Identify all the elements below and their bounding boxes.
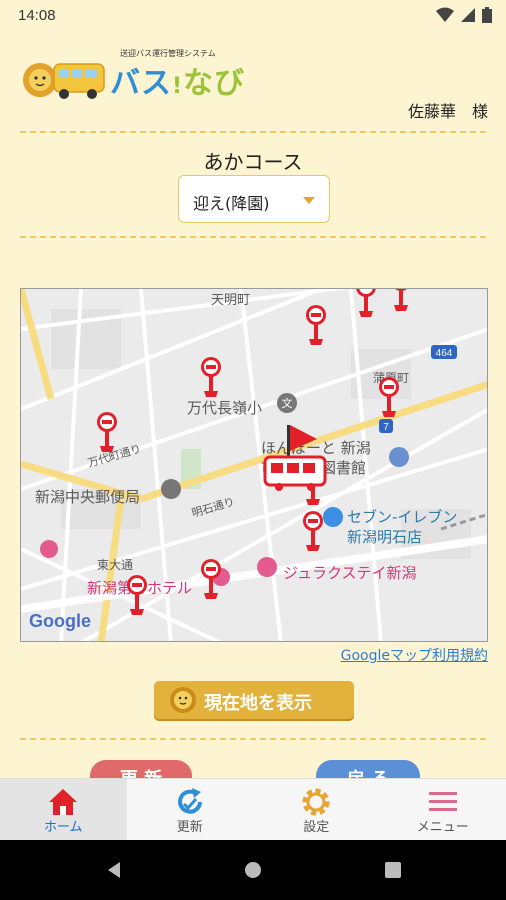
tab-home-label: ホーム [43,820,83,835]
status-time: 14:08 [18,7,56,24]
gear-icon [302,788,330,816]
lion-bus-logo-icon [23,63,105,99]
map-label-tenmeicho: 天明町 [211,293,250,308]
school-icon: 文 [282,396,293,410]
refresh-icon [177,788,202,814]
map-terms-link[interactable]: Googleマップ利用規約 [341,645,488,665]
map-label-jurak: ジュラクステイ新潟 [283,564,417,582]
lion-icon [170,687,196,713]
bottom-tab-bar: ホーム 更新 設定 メニュー [0,778,506,840]
divider [20,131,486,133]
chevron-down-icon [303,197,315,204]
course-name: あかコース [203,150,303,174]
route-map[interactable]: 464 7 文 天明町 蒲原町 万代長嶺小 ほんぽーと 新潟 市立中央図書館 万… [20,288,488,642]
tab-update-label: 更新 [176,820,203,835]
tab-home[interactable]: ホーム [0,779,127,840]
system-nav-bar [0,840,506,900]
logo-text-bus: バス [110,66,172,101]
logo-text-navi: なび [183,66,246,101]
map-label-bandai: 万代長嶺小 [187,399,262,417]
divider [20,236,486,238]
map-label-higashi: 東大通 [97,558,133,572]
status-bar: 14:08 [0,0,506,32]
map-label-post: 新潟中央郵便局 [35,488,140,506]
back-nav-icon[interactable] [104,860,124,880]
map-label-seven-2: 新潟明石店 [347,528,422,546]
map-label-route-7: 7 [383,422,389,433]
map-canvas: 464 7 文 天明町 蒲原町 万代長嶺小 ほんぽーと 新潟 市立中央図書館 万… [21,289,487,641]
tab-settings[interactable]: 設定 [253,779,380,840]
tab-settings-label: 設定 [303,820,330,835]
signal-icon [461,8,475,22]
battery-icon [482,7,492,23]
home-nav-icon[interactable] [243,860,263,880]
tab-menu[interactable]: メニュー [380,779,506,840]
app-header: 送迎バス運行管理システム バス!なび 佐藤華 様 [0,32,506,132]
divider [20,738,486,740]
recents-nav-icon[interactable] [383,860,403,880]
show-location-label: 現在地を表示 [204,693,312,714]
show-location-button[interactable]: 現在地を表示 [154,681,354,719]
map-label-google: Google [29,611,91,631]
direction-select-value: 迎え(降園) [193,194,270,213]
map-label-seven-1: セブン-イレブン [347,508,457,526]
pin-icon: ! [172,74,184,99]
map-label-hompo-1: ほんぽーと 新潟 [261,439,371,457]
logo-brand: バス!なび [110,58,245,102]
status-icons [436,7,492,23]
map-label-route-464: 464 [436,348,453,359]
direction-select[interactable]: 迎え(降園) [178,175,330,223]
tab-menu-label: メニュー [416,820,469,835]
app-logo: 送迎バス運行管理システム バス!なび [20,48,260,108]
tab-update[interactable]: 更新 [127,779,254,840]
hamburger-menu-icon [428,792,457,811]
home-icon [49,789,78,815]
user-name: 佐藤華 様 [407,102,488,121]
wifi-icon [436,7,454,22]
